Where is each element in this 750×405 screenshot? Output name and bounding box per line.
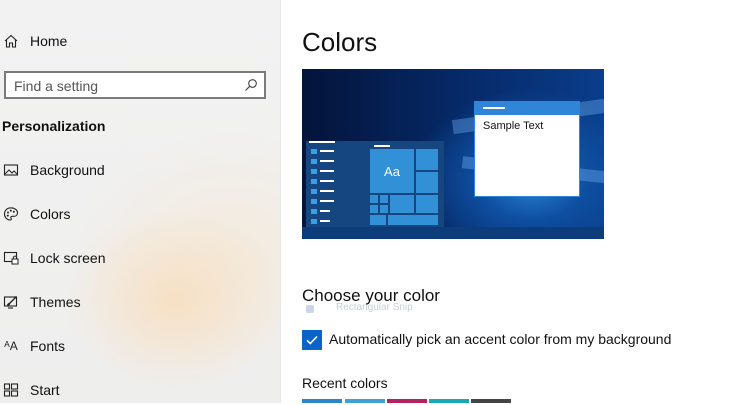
menu-line: [320, 160, 334, 162]
menu-icon: [311, 149, 317, 154]
menu-icon: [311, 199, 317, 204]
sidebar-item-label: Lock screen: [30, 250, 106, 266]
recent-color-swatch[interactable]: [429, 399, 469, 403]
start-icon: [2, 381, 20, 399]
preview-tile: [416, 172, 438, 193]
auto-accent-checkbox[interactable]: [302, 330, 322, 350]
menu-line: [320, 210, 330, 212]
sidebar-item-lock-screen[interactable]: Lock screen: [0, 243, 281, 273]
preview-tile: [390, 195, 414, 213]
preview-tile: [388, 215, 438, 225]
sidebar-item-label: Colors: [30, 206, 71, 222]
recent-color-swatch[interactable]: [302, 399, 342, 403]
menu-line: [320, 200, 334, 202]
recent-color-swatch[interactable]: [471, 399, 511, 403]
menu-line: [320, 150, 334, 152]
sidebar-item-home[interactable]: Home: [0, 26, 281, 56]
preview-tile: [370, 205, 378, 213]
sidebar-item-label: Fonts: [30, 338, 66, 354]
preview-tile: [380, 205, 388, 213]
preview-tile: [370, 195, 378, 203]
sidebar-item-start[interactable]: Start: [0, 375, 281, 405]
recent-color-swatch[interactable]: [345, 399, 385, 403]
sample-text: Sample Text: [483, 120, 544, 132]
preview-tile: [416, 195, 438, 213]
theme-preview: Aa Sample Text: [302, 69, 604, 239]
search-box[interactable]: [4, 71, 266, 99]
fonts-icon: ᴬA: [4, 339, 18, 353]
settings-sidebar: Home Personalization Background Colors L…: [0, 0, 281, 403]
sidebar-item-label: Home: [30, 33, 68, 49]
sidebar-item-label: Start: [30, 382, 60, 398]
preview-tile-aa: Aa: [370, 149, 414, 193]
titlebar-line: [483, 107, 505, 109]
preview-sample-window: Sample Text: [474, 101, 580, 197]
sidebar-item-label: Themes: [30, 294, 81, 310]
recent-colors-label: Recent colors: [302, 375, 388, 391]
sidebar-item-background[interactable]: Background: [0, 155, 281, 185]
preview-taskbar: [302, 227, 604, 239]
menu-icon: [311, 209, 317, 214]
palette-icon: [2, 205, 20, 223]
preview-tile: [380, 195, 388, 203]
sidebar-item-themes[interactable]: Themes: [0, 287, 281, 317]
menu-line: [320, 220, 330, 222]
lock-screen-icon: [2, 249, 20, 267]
preview-tile: [416, 149, 438, 170]
menu-icon: [311, 219, 317, 224]
snip-ghost-text: Rectangular Snip: [336, 302, 413, 313]
auto-accent-label[interactable]: Automatically pick an accent color from …: [329, 331, 671, 347]
recent-color-swatch[interactable]: [387, 399, 427, 403]
snip-icon: [306, 305, 314, 313]
menu-line: [309, 141, 335, 143]
preview-tile: [370, 215, 386, 225]
menu-icon: [311, 179, 317, 184]
picture-icon: [2, 161, 20, 179]
page-title: Colors: [302, 27, 378, 57]
checkmark-icon: [306, 335, 318, 345]
home-icon: [2, 32, 20, 50]
themes-icon: [2, 293, 20, 311]
menu-icon: [311, 169, 317, 174]
search-icon[interactable]: [244, 78, 258, 92]
sample-window-titlebar: [475, 102, 579, 115]
menu-line: [320, 180, 334, 182]
sidebar-item-colors[interactable]: Colors: [0, 199, 281, 229]
snip-overlay-ghost: Rectangular Snip: [306, 300, 466, 320]
sidebar-item-fonts[interactable]: ᴬA Fonts: [0, 331, 281, 361]
menu-line: [320, 170, 334, 172]
menu-line: [320, 190, 334, 192]
sidebar-item-label: Background: [30, 162, 105, 178]
menu-line: [374, 145, 390, 147]
section-title: Personalization: [2, 118, 106, 134]
search-input[interactable]: [12, 76, 241, 96]
menu-icon: [311, 159, 317, 164]
menu-icon: [311, 189, 317, 194]
